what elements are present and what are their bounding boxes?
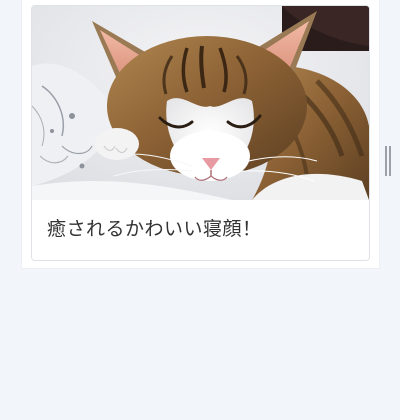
- page: 癒されるかわいい寝顔！: [0, 0, 400, 420]
- card-caption[interactable]: 癒されるかわいい寝顔！: [47, 214, 262, 241]
- cat-photo[interactable]: [32, 6, 369, 200]
- article-card[interactable]: 癒されるかわいい寝顔！: [31, 5, 370, 261]
- resize-handle[interactable]: [385, 146, 391, 176]
